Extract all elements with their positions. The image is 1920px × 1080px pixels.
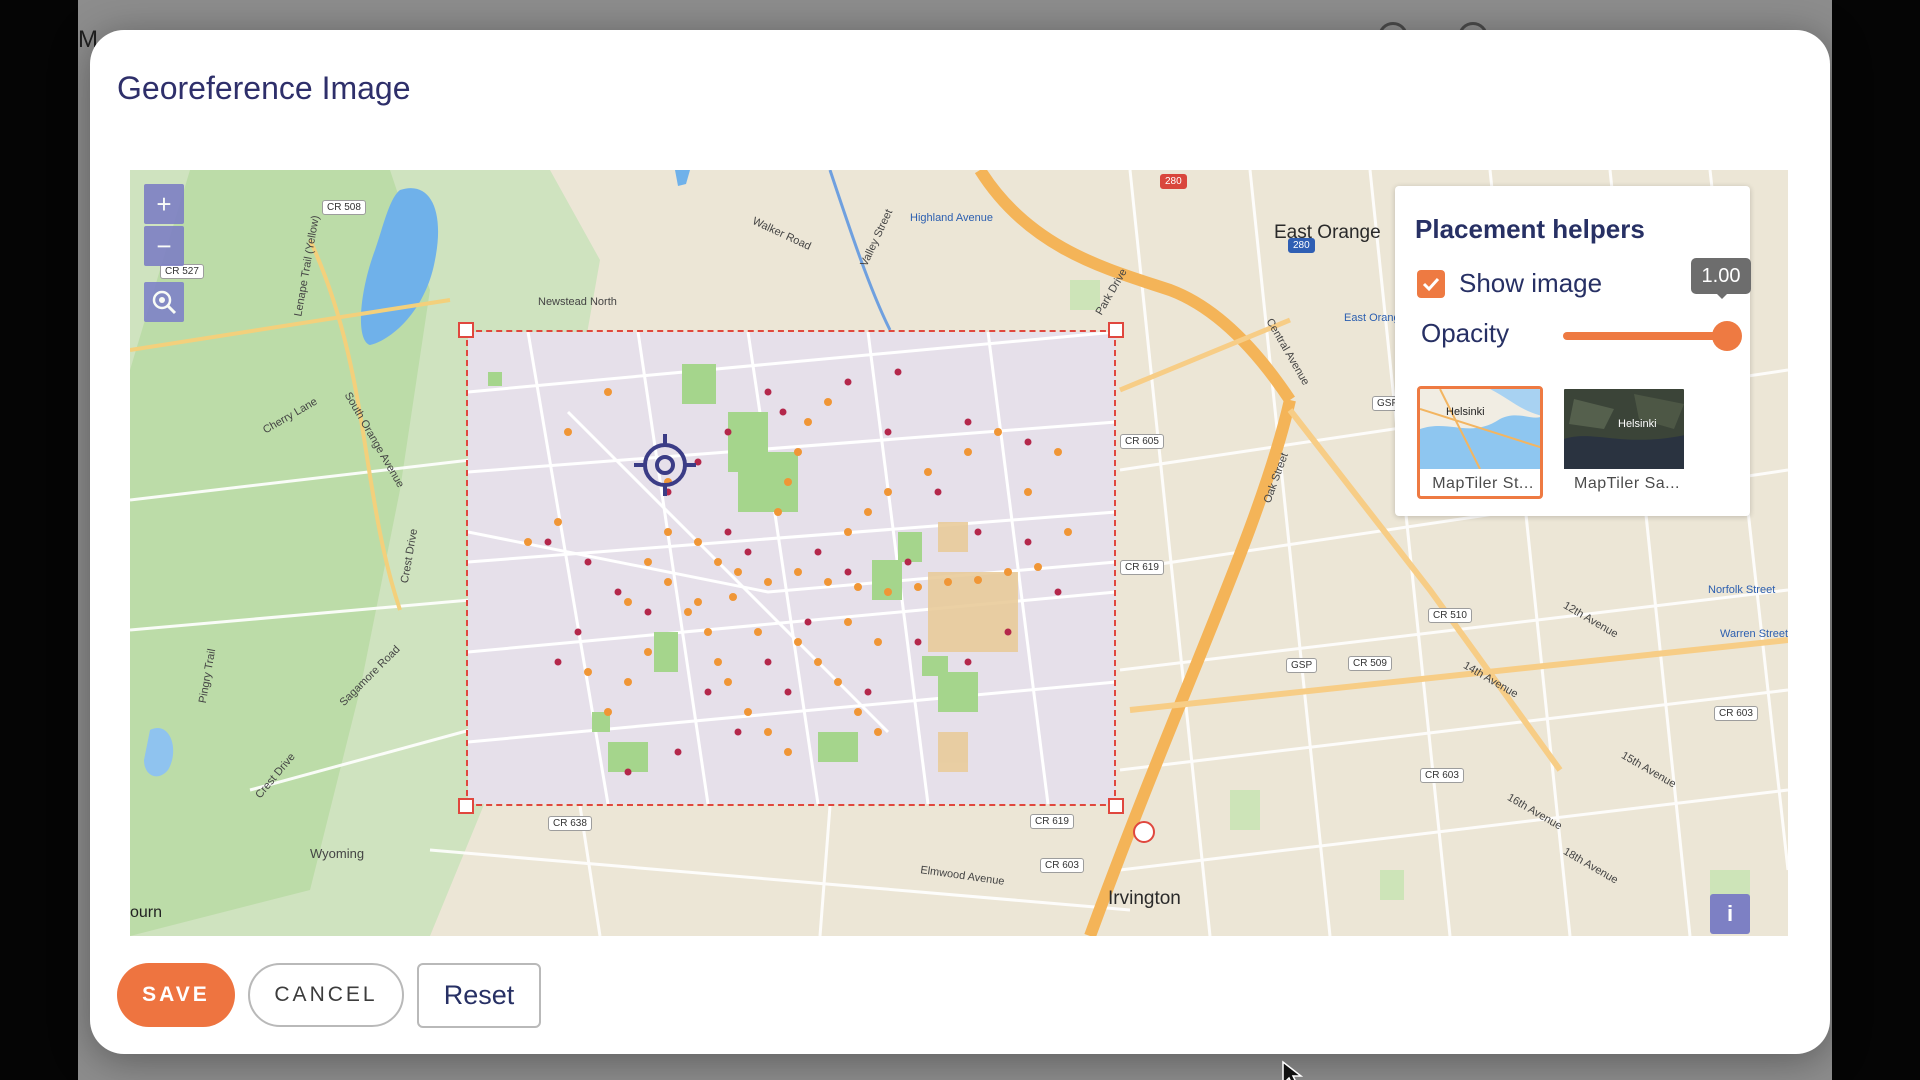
opacity-value-tooltip: 1.00	[1691, 258, 1751, 299]
thumb-label: Helsinki	[1618, 418, 1657, 430]
opacity-label: Opacity	[1421, 318, 1510, 348]
basemap-option-streets[interactable]: Helsinki MapTiler St...	[1417, 386, 1543, 499]
road-tag: GSP	[1286, 658, 1318, 673]
placement-helpers-panel: Placement helpers Show image 1.00 Opacit…	[1395, 186, 1751, 516]
layer-caption: MapTiler St...	[1432, 475, 1534, 492]
cancel-button[interactable]: CANCEL	[248, 963, 404, 1027]
road-tag: CR 638	[548, 816, 592, 831]
place-label: Warren Street	[1720, 628, 1788, 640]
street-label: Newstead North	[538, 296, 617, 308]
road-tag: CR 619	[1120, 560, 1164, 575]
zoom-in-button[interactable]: +	[144, 184, 184, 224]
road-tag: CR 619	[1030, 814, 1074, 829]
city-label: Wyoming	[310, 846, 365, 861]
corner-handle-bottom-left[interactable]	[458, 798, 474, 814]
reset-button[interactable]: Reset	[417, 963, 541, 1028]
checkmark-icon	[1422, 277, 1440, 292]
corner-handle-top-left[interactable]	[458, 322, 474, 338]
map-canvas[interactable]: East Orange Irvington Wyoming ourn Highl…	[130, 170, 1788, 936]
road-tag: CR 510	[1428, 608, 1472, 623]
crosshair-icon[interactable]	[634, 434, 696, 496]
road-tag: CR 603	[1040, 858, 1084, 873]
screen: M Georeference Image East Orange Irvingt…	[0, 0, 1920, 1080]
dialog-title: Georeference Image	[117, 70, 411, 106]
satellite-thumbnail: Helsinki	[1564, 389, 1684, 469]
opacity-slider-track[interactable]	[1563, 332, 1727, 340]
road-tag: CR 508	[322, 200, 366, 215]
road-tag: CR 527	[160, 264, 204, 279]
show-image-label: Show image	[1459, 268, 1603, 298]
place-label: Norfolk Street	[1708, 584, 1776, 596]
city-label: Irvington	[1108, 888, 1181, 909]
save-button[interactable]: SAVE	[117, 963, 235, 1027]
mouse-cursor-icon	[1282, 1060, 1304, 1080]
panel-title: Placement helpers	[1415, 214, 1645, 244]
road-tag: CR 605	[1120, 434, 1164, 449]
show-image-checkbox[interactable]	[1417, 270, 1445, 298]
image-bounds-frame	[466, 330, 1116, 806]
basemap-option-satellite[interactable]: Helsinki MapTiler Sa...	[1561, 386, 1687, 499]
layer-caption: MapTiler Sa...	[1574, 475, 1680, 492]
highway-shield: 280	[1288, 238, 1315, 253]
highway-shield: 280	[1160, 174, 1187, 189]
thumb-label: Helsinki	[1446, 406, 1485, 418]
corner-handle-top-right[interactable]	[1108, 322, 1124, 338]
zoom-search-icon	[152, 290, 177, 315]
georeference-dialog: Georeference Image East Orange Irvington…	[90, 30, 1830, 1054]
corner-handle-bottom-right[interactable]	[1108, 798, 1124, 814]
info-button[interactable]: i	[1710, 894, 1750, 934]
road-tag: CR 509	[1348, 656, 1392, 671]
streets-thumbnail: Helsinki	[1420, 389, 1540, 469]
rotate-handle[interactable]	[1133, 821, 1155, 843]
place-label: Highland Avenue	[910, 212, 993, 224]
zoom-to-image-button[interactable]	[144, 282, 184, 322]
road-tag: CR 603	[1714, 706, 1758, 721]
road-tag: CR 603	[1420, 768, 1464, 783]
opacity-slider-thumb[interactable]	[1712, 321, 1742, 351]
city-label: ourn	[130, 904, 163, 921]
zoom-out-button[interactable]: −	[144, 226, 184, 266]
